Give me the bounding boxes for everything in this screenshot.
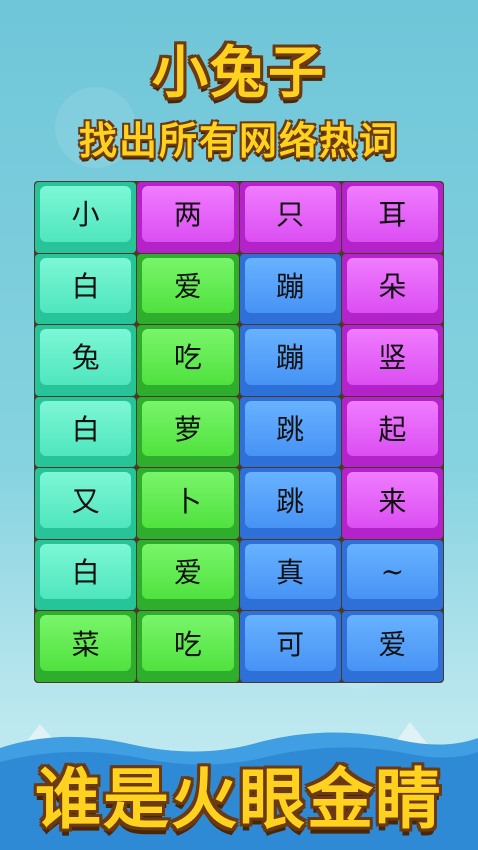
letter-tile[interactable]: 只 xyxy=(239,182,341,253)
tile-character: 白 xyxy=(71,412,100,446)
letter-tile[interactable]: 两 xyxy=(137,182,239,253)
letter-tile[interactable]: 吃 xyxy=(137,325,239,396)
letter-tile[interactable]: 竖 xyxy=(341,325,443,396)
letter-tile[interactable]: 白 xyxy=(35,253,137,325)
tile-character: 萝 xyxy=(173,412,202,446)
letter-tile[interactable]: 真 xyxy=(239,539,341,611)
tile-character: 真 xyxy=(276,556,305,590)
tile-character: 卜 xyxy=(173,484,202,518)
tile-character: 竖 xyxy=(378,341,407,375)
tile-character: 跳 xyxy=(276,412,305,446)
letter-tile[interactable]: 朵 xyxy=(341,253,443,325)
tile-character: ~ xyxy=(380,554,405,588)
tile-character: 爱 xyxy=(173,269,202,303)
tile-character: 吃 xyxy=(173,341,202,375)
letter-tile[interactable]: 白 xyxy=(35,539,137,611)
letter-tile[interactable]: 小 xyxy=(35,182,137,253)
tile-character: 爱 xyxy=(173,556,202,590)
tile-character: 吃 xyxy=(173,627,202,661)
tile-character: 蹦 xyxy=(276,269,305,303)
tile-character: 蹦 xyxy=(276,341,305,375)
tile-character: 只 xyxy=(276,198,305,232)
letter-tile[interactable]: 跳 xyxy=(239,468,341,539)
letter-tile[interactable]: 爱 xyxy=(137,253,239,325)
tile-character: 白 xyxy=(71,269,100,303)
letter-tile[interactable]: 卜 xyxy=(137,468,239,539)
letter-tile[interactable]: 又 xyxy=(35,468,137,539)
letter-tile[interactable]: 爱 xyxy=(341,611,443,682)
game-title: 小兔子 xyxy=(152,41,326,106)
letter-tile[interactable]: 跳 xyxy=(239,396,341,468)
tile-character: 耳 xyxy=(378,198,407,232)
letter-tile[interactable]: 爱 xyxy=(137,539,239,611)
tile-character: 跳 xyxy=(276,484,305,518)
letter-tile[interactable]: 吃 xyxy=(137,611,239,682)
letter-tile[interactable]: 兔 xyxy=(35,325,137,396)
tile-character: 小 xyxy=(71,198,100,232)
letter-tile[interactable]: 来 xyxy=(341,468,443,539)
tile-character: 起 xyxy=(378,412,407,446)
tile-character: 来 xyxy=(378,484,407,518)
letter-tile[interactable]: 可 xyxy=(239,611,341,682)
game-subtitle: 找出所有网络热词 xyxy=(78,119,399,163)
letter-tile[interactable]: 起 xyxy=(341,396,443,468)
letter-tile[interactable]: ~ xyxy=(341,539,443,611)
tile-character: 朵 xyxy=(378,269,407,303)
tile-character: 白 xyxy=(71,556,100,590)
tile-character: 又 xyxy=(71,484,100,518)
tile-character: 爱 xyxy=(378,627,407,661)
tile-character: 兔 xyxy=(71,341,100,375)
letter-tile[interactable]: 萝 xyxy=(137,396,239,468)
slogan: 谁是火眼金睛 xyxy=(35,761,443,838)
letter-tile[interactable]: 白 xyxy=(35,396,137,468)
tile-character: 可 xyxy=(276,627,305,661)
letter-tile[interactable]: 耳 xyxy=(341,182,443,253)
tile-character: 两 xyxy=(173,198,202,232)
letter-tile[interactable]: 蹦 xyxy=(239,325,341,396)
letter-tile[interactable]: 菜 xyxy=(35,611,137,682)
word-grid: 小两只耳白爱蹦朵兔吃蹦竖白萝跳起又卜跳来白爱真 ~ 菜吃可爱 xyxy=(34,181,444,683)
letter-tile[interactable]: 蹦 xyxy=(239,253,341,325)
tile-character: 菜 xyxy=(71,627,100,661)
